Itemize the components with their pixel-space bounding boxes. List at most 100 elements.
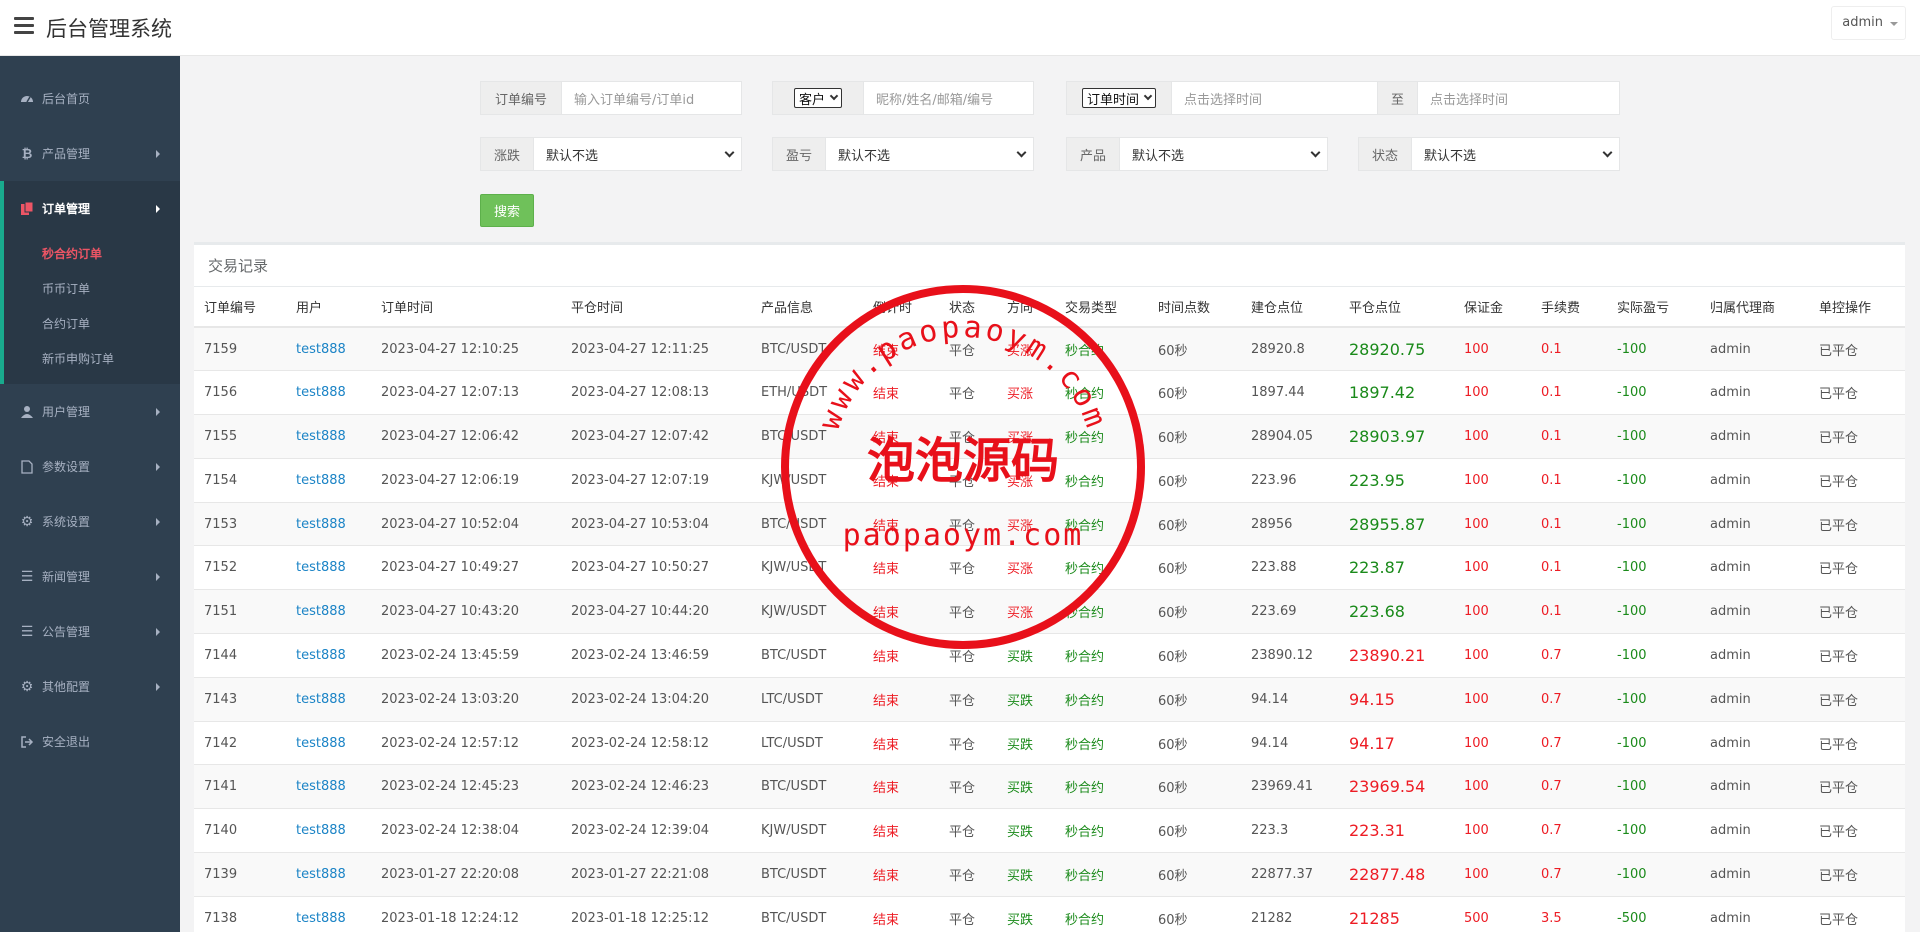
cell-user[interactable]: test888 bbox=[286, 808, 371, 853]
time-range-group: 订单时间 点击选择时间 至 点击选择时间 bbox=[1066, 81, 1620, 115]
cell-user[interactable]: test888 bbox=[286, 633, 371, 678]
cell-order-time: 2023-04-27 10:49:27 bbox=[371, 545, 561, 590]
cell-direction: 买涨 bbox=[997, 326, 1055, 371]
cell-period: 60秒 bbox=[1148, 808, 1241, 853]
cell-user[interactable]: test888 bbox=[286, 326, 371, 371]
chevron-right-icon bbox=[156, 572, 160, 581]
sidebar-item-logout[interactable]: 安全退出 bbox=[0, 714, 180, 769]
time-select[interactable]: 订单时间 bbox=[1081, 88, 1156, 108]
cell-status: 平仓 bbox=[939, 370, 997, 415]
cell-countdown: 结束 bbox=[863, 501, 939, 546]
chevron-right-icon bbox=[156, 682, 160, 691]
chevron-right-icon bbox=[156, 204, 160, 213]
cell-user[interactable]: test888 bbox=[286, 457, 371, 503]
sub-item-contract-orders[interactable]: 合约订单 bbox=[4, 306, 180, 341]
cell-status: 平仓 bbox=[939, 501, 997, 546]
cell-user[interactable]: test888 bbox=[286, 589, 371, 634]
app-title: 后台管理系统 bbox=[46, 17, 172, 41]
cell-direction: 买跌 bbox=[997, 852, 1055, 897]
cell-user[interactable]: test888 bbox=[286, 414, 371, 459]
sub-item-second-contract-orders[interactable]: 秒合约订单 bbox=[4, 236, 180, 271]
cell-fee: 0.7 bbox=[1531, 764, 1607, 809]
cell-id: 7143 bbox=[194, 676, 286, 722]
cell-countdown: 结束 bbox=[863, 326, 939, 371]
table-row: 7142 test888 2023-02-24 12:57:12 2023-02-24… bbox=[194, 720, 1905, 765]
sidebar-item-home[interactable]: 后台首页 bbox=[0, 71, 180, 126]
time-start-input[interactable]: 点击选择时间 bbox=[1172, 81, 1378, 115]
cell-period: 60秒 bbox=[1148, 589, 1241, 634]
column-header: 建仓点位 bbox=[1241, 287, 1339, 328]
time-end-input[interactable]: 点击选择时间 bbox=[1418, 81, 1620, 115]
table-row: 7140 test888 2023-02-24 12:38:04 2023-02-24… bbox=[194, 808, 1905, 853]
table-body: 7159 test888 2023-04-27 12:10:25 2023-04-27… bbox=[194, 326, 1905, 932]
sub-item-coin-orders[interactable]: 币币订单 bbox=[4, 271, 180, 306]
cell-close: 223.87 bbox=[1339, 545, 1454, 590]
profit-select[interactable]: 默认不选 bbox=[826, 137, 1034, 171]
product-select[interactable]: 默认不选 bbox=[1120, 137, 1328, 171]
cell-status: 平仓 bbox=[939, 895, 997, 932]
customer-input[interactable]: 昵称/姓名/邮箱/编号 bbox=[864, 81, 1034, 115]
cell-user[interactable]: test888 bbox=[286, 895, 371, 932]
cell-pnl: -100 bbox=[1607, 852, 1700, 897]
cell-control: 已平仓 bbox=[1809, 720, 1905, 765]
order-no-input[interactable]: 输入订单编号/订单id bbox=[562, 81, 742, 115]
cell-user[interactable]: test888 bbox=[286, 764, 371, 809]
cell-countdown: 结束 bbox=[863, 633, 939, 678]
rise-fall-select[interactable]: 默认不选 bbox=[534, 137, 742, 171]
cell-agent: admin bbox=[1700, 720, 1809, 765]
sidebar-item-other-config[interactable]: ⚙ 其他配置 bbox=[0, 659, 180, 714]
cell-period: 60秒 bbox=[1148, 370, 1241, 415]
cell-control: 已平仓 bbox=[1809, 370, 1905, 415]
cell-close-time: 2023-04-27 12:07:19 bbox=[561, 457, 751, 503]
cell-order-time: 2023-04-27 12:07:13 bbox=[371, 370, 561, 415]
cell-status: 平仓 bbox=[939, 457, 997, 503]
cell-user[interactable]: test888 bbox=[286, 852, 371, 897]
table-row: 7138 test888 2023-01-18 12:24:12 2023-01-18… bbox=[194, 895, 1905, 932]
cell-control: 已平仓 bbox=[1809, 676, 1905, 722]
column-header: 订单时间 bbox=[371, 287, 561, 328]
sidebar-item-users[interactable]: 用户管理 bbox=[0, 384, 180, 439]
table-row: 7153 test888 2023-04-27 10:52:04 2023-04-27… bbox=[194, 501, 1905, 546]
sidebar-item-system[interactable]: ⚙ 系统设置 bbox=[0, 494, 180, 549]
cell-margin: 100 bbox=[1454, 370, 1531, 415]
cell-countdown: 结束 bbox=[863, 720, 939, 765]
sidebar-item-products[interactable]: ₿ 产品管理 bbox=[0, 126, 180, 181]
sidebar-item-announcements[interactable]: ☰ 公告管理 bbox=[0, 604, 180, 659]
cell-close-time: 2023-04-27 10:44:20 bbox=[561, 589, 751, 634]
cell-user[interactable]: test888 bbox=[286, 676, 371, 722]
cell-countdown: 结束 bbox=[863, 545, 939, 590]
cell-user[interactable]: test888 bbox=[286, 545, 371, 590]
cell-type: 秒合约 bbox=[1055, 501, 1148, 546]
cell-control: 已平仓 bbox=[1809, 545, 1905, 590]
column-header: 单控操作 bbox=[1809, 287, 1905, 328]
cell-direction: 买跌 bbox=[997, 633, 1055, 678]
gear-icon: ⚙ bbox=[20, 678, 34, 695]
chevron-right-icon bbox=[156, 462, 160, 471]
gears-icon: ⚙ bbox=[20, 513, 34, 530]
sidebar-item-orders[interactable]: 订单管理 bbox=[4, 181, 180, 236]
cell-agent: admin bbox=[1700, 589, 1809, 634]
cell-close: 23890.21 bbox=[1339, 633, 1454, 678]
customer-select[interactable]: 客户 bbox=[793, 88, 842, 108]
search-button[interactable]: 搜索 bbox=[480, 194, 534, 227]
menu-toggle-icon[interactable] bbox=[14, 17, 34, 35]
status-select[interactable]: 默认不选 bbox=[1412, 137, 1620, 171]
sidebar-item-news[interactable]: ☰ 新闻管理 bbox=[0, 549, 180, 604]
sidebar-item-label: 参数设置 bbox=[42, 460, 91, 474]
sub-item-new-coin-orders[interactable]: 新币申购订单 bbox=[4, 341, 180, 376]
cell-user[interactable]: test888 bbox=[286, 370, 371, 415]
sidebar-item-params[interactable]: 参数设置 bbox=[0, 439, 180, 494]
cell-status: 平仓 bbox=[939, 808, 997, 853]
user-menu-button[interactable]: admin bbox=[1831, 6, 1906, 40]
cell-agent: admin bbox=[1700, 808, 1809, 853]
list-icon: ☰ bbox=[20, 623, 34, 640]
cell-status: 平仓 bbox=[939, 852, 997, 897]
cell-type: 秒合约 bbox=[1055, 370, 1148, 415]
cell-user[interactable]: test888 bbox=[286, 501, 371, 546]
cell-close-time: 2023-02-24 12:39:04 bbox=[561, 808, 751, 853]
cell-type: 秒合约 bbox=[1055, 457, 1148, 503]
cell-close-time: 2023-04-27 12:11:25 bbox=[561, 326, 751, 371]
cell-user[interactable]: test888 bbox=[286, 720, 371, 765]
table-row: 7159 test888 2023-04-27 12:10:25 2023-04-27… bbox=[194, 326, 1905, 371]
cell-countdown: 结束 bbox=[863, 589, 939, 634]
